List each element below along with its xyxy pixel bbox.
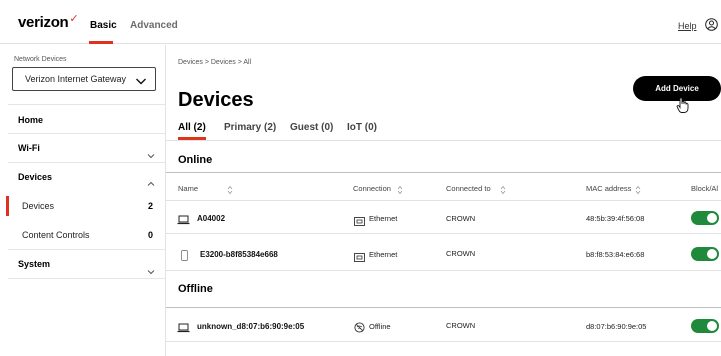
sort-icon[interactable] xyxy=(397,182,403,200)
sidebar-divider xyxy=(8,249,166,250)
sidebar-divider xyxy=(8,162,166,163)
sidebar-item-wifi[interactable]: Wi-Fi xyxy=(18,143,40,153)
connection-type: Ethernet xyxy=(369,250,398,259)
sidebar-divider xyxy=(8,104,166,105)
sidebar-divider xyxy=(8,278,166,279)
ethernet-icon xyxy=(354,213,365,231)
help-link[interactable]: Help xyxy=(678,21,697,31)
top-bar: verizon✓ Basic Advanced Help xyxy=(0,0,721,44)
block-allow-toggle[interactable] xyxy=(691,319,719,333)
mac-address: 48:5b:39:4f:56:08 xyxy=(586,214,645,223)
nav-tab-advanced[interactable]: Advanced xyxy=(130,20,178,31)
chevron-up-icon[interactable] xyxy=(147,174,155,192)
hand-cursor-icon xyxy=(676,97,690,119)
laptop-icon xyxy=(177,320,190,338)
column-header-connected-to[interactable]: Connected to xyxy=(446,184,491,193)
breadcrumb[interactable]: Devices > Devices > All xyxy=(178,59,251,66)
online-section-title: Online xyxy=(178,154,213,166)
tab-primary[interactable]: Primary (2) xyxy=(224,122,276,133)
column-header-connection[interactable]: Connection xyxy=(353,184,391,193)
sort-icon[interactable] xyxy=(227,182,233,200)
sidebar-item-content-controls[interactable]: Content Controls xyxy=(22,230,90,240)
column-header-block-allow[interactable]: Block/Al xyxy=(691,184,718,193)
user-circle-icon[interactable] xyxy=(705,18,718,36)
row-divider xyxy=(166,341,721,342)
row-divider xyxy=(166,270,721,271)
network-device-select-value: Verizon Internet Gateway xyxy=(25,74,127,84)
verizon-logo[interactable]: verizon✓ xyxy=(18,13,79,31)
block-allow-toggle[interactable] xyxy=(691,247,719,261)
tab-iot[interactable]: IoT (0) xyxy=(347,122,377,133)
devices-count: 2 xyxy=(148,201,154,211)
connected-to: CROWN xyxy=(446,249,476,258)
header-divider xyxy=(166,200,721,201)
offline-icon xyxy=(354,320,365,338)
chevron-down-icon xyxy=(135,73,147,91)
sidebar-active-indicator xyxy=(6,196,9,216)
logo-text: verizon xyxy=(18,14,69,31)
sidebar-item-devices-sub[interactable]: Devices xyxy=(22,201,54,211)
sidebar-divider xyxy=(8,133,166,134)
logo-check-mark: ✓ xyxy=(69,13,79,25)
sort-icon[interactable] xyxy=(635,182,641,200)
column-header-name[interactable]: Name xyxy=(178,184,198,193)
network-devices-label: Network Devices xyxy=(14,56,67,63)
ethernet-icon xyxy=(354,249,365,267)
sidebar-item-system[interactable]: System xyxy=(18,259,50,269)
page-title: Devices xyxy=(178,89,254,111)
connection-type: Ethernet xyxy=(369,214,398,223)
toggle-knob xyxy=(707,249,717,259)
nav-tab-basic[interactable]: Basic xyxy=(90,20,117,31)
content-controls-count: 0 xyxy=(148,230,154,240)
offline-section-title: Offline xyxy=(178,283,213,295)
device-name[interactable]: E3200-b8f85384e668 xyxy=(200,250,278,259)
column-header-mac-address[interactable]: MAC address xyxy=(586,184,631,193)
section-divider xyxy=(166,307,721,308)
mac-address: b8:f8:53:84:e6:68 xyxy=(586,250,645,259)
sidebar: Network Devices Verizon Internet Gateway… xyxy=(0,45,166,356)
block-allow-toggle[interactable] xyxy=(691,211,719,225)
sidebar-item-devices[interactable]: Devices xyxy=(18,172,52,182)
laptop-icon xyxy=(177,212,190,230)
network-device-select[interactable]: Verizon Internet Gateway xyxy=(12,67,156,91)
connection-type: Offline xyxy=(369,322,391,331)
tabs-divider xyxy=(166,140,721,141)
nav-tab-active-indicator xyxy=(89,41,113,44)
phone-icon xyxy=(181,248,188,266)
tab-all[interactable]: All (2) xyxy=(178,122,206,133)
device-name[interactable]: A04002 xyxy=(197,214,225,223)
toggle-knob xyxy=(707,321,717,331)
sort-icon[interactable] xyxy=(500,182,506,200)
tab-guest[interactable]: Guest (0) xyxy=(290,122,333,133)
connected-to: CROWN xyxy=(446,321,476,330)
sidebar-item-home[interactable]: Home xyxy=(18,115,43,125)
row-divider xyxy=(166,233,721,234)
device-name[interactable]: unknown_d8:07:b6:90:9e:05 xyxy=(197,322,304,331)
mac-address: d8:07:b6:90:9e:05 xyxy=(586,322,647,331)
section-divider xyxy=(166,172,721,173)
connected-to: CROWN xyxy=(446,214,476,223)
toggle-knob xyxy=(707,213,717,223)
